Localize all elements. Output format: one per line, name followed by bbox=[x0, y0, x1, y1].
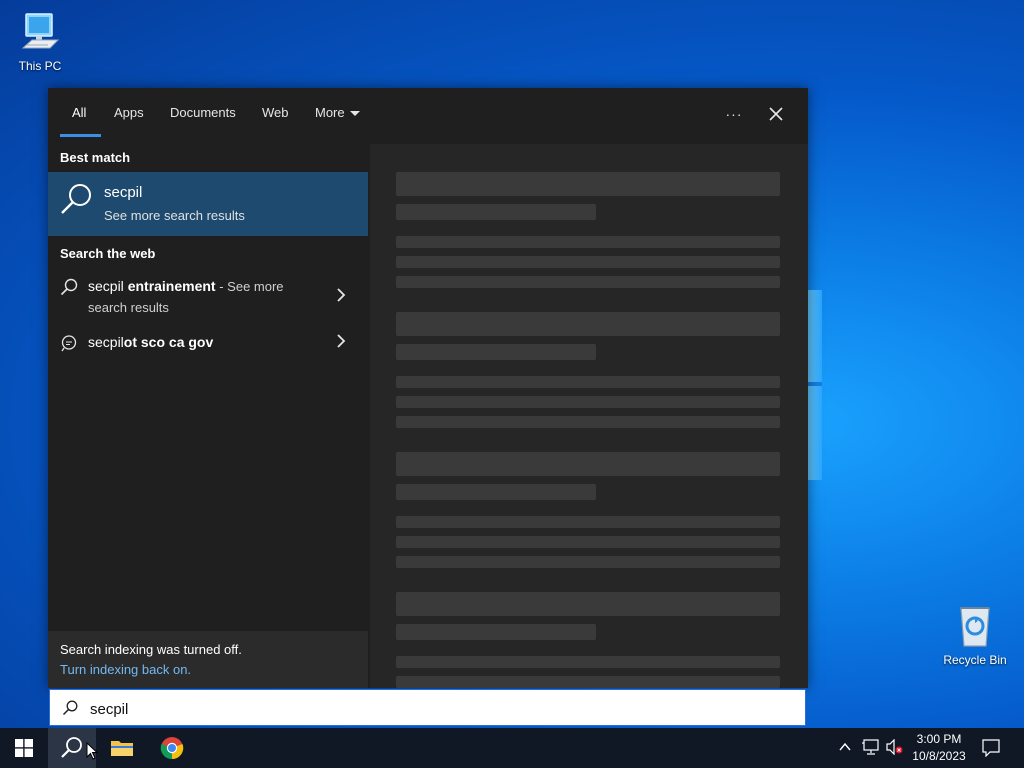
loading-placeholder bbox=[396, 556, 780, 568]
search-icon bbox=[61, 184, 91, 214]
search-icon bbox=[61, 737, 82, 758]
tab-apps[interactable]: Apps bbox=[114, 105, 144, 120]
chat-bubble-icon bbox=[61, 335, 77, 352]
chevron-up-icon bbox=[839, 742, 851, 751]
indexing-notice-text: Search indexing was turned off. bbox=[60, 642, 242, 657]
loading-placeholder bbox=[396, 624, 596, 640]
web-suggestion-text: secpil entrainement - See more search res… bbox=[88, 276, 328, 318]
loading-placeholder bbox=[396, 484, 596, 500]
recycle-bin-icon bbox=[960, 607, 990, 647]
clock-date: 10/8/2023 bbox=[912, 749, 966, 763]
tab-more-label: More bbox=[315, 105, 345, 120]
desktop-icon-label: Recycle Bin bbox=[943, 653, 1007, 667]
loading-placeholder bbox=[396, 236, 780, 248]
desktop-icon-label: This PC bbox=[18, 59, 62, 73]
indexing-notice: Search indexing was turned off. Turn ind… bbox=[48, 631, 368, 688]
taskbar-search-box[interactable] bbox=[49, 689, 806, 726]
suggestion-line2: search results bbox=[88, 300, 169, 315]
desktop-icon-recycle-bin[interactable]: Recycle Bin bbox=[935, 602, 1015, 667]
best-match-title: secpil bbox=[104, 184, 143, 201]
suggestion-bold: entrainement bbox=[127, 278, 216, 294]
tab-documents[interactable]: Documents bbox=[170, 105, 236, 120]
loading-placeholder bbox=[396, 396, 780, 408]
loading-placeholder bbox=[396, 656, 780, 668]
desktop-wallpaper-logo bbox=[808, 290, 822, 480]
chrome-icon bbox=[160, 737, 184, 760]
search-web-heading: Search the web bbox=[60, 246, 156, 261]
taskbar: 3:00 PM 10/8/2023 bbox=[0, 728, 1024, 768]
search-icon bbox=[60, 278, 78, 296]
search-icon bbox=[62, 700, 78, 716]
loading-placeholder bbox=[396, 344, 596, 360]
loading-placeholder bbox=[396, 516, 780, 528]
search-tabs: All Apps Documents Web More ··· bbox=[48, 88, 808, 144]
loading-placeholder bbox=[396, 276, 780, 288]
loading-placeholder bbox=[396, 676, 780, 688]
close-icon bbox=[769, 107, 783, 121]
tab-more[interactable]: More bbox=[315, 105, 360, 120]
best-match-heading: Best match bbox=[60, 150, 131, 165]
file-explorer-button[interactable] bbox=[98, 728, 146, 768]
close-button[interactable] bbox=[762, 100, 790, 128]
loading-placeholder bbox=[396, 376, 780, 388]
suggestion-bold: ot sco ca gov bbox=[123, 334, 214, 350]
suggestion-prefix: secpil bbox=[88, 278, 128, 294]
volume-muted-icon bbox=[886, 738, 903, 756]
chrome-button[interactable] bbox=[148, 728, 196, 768]
show-hidden-icons-button[interactable] bbox=[838, 740, 852, 759]
action-center-button[interactable] bbox=[982, 739, 1000, 762]
clock[interactable]: 3:00 PM 10/8/2023 bbox=[906, 732, 972, 763]
clock-time: 3:00 PM bbox=[916, 732, 962, 746]
chevron-right-icon[interactable] bbox=[336, 334, 346, 353]
loading-placeholder bbox=[396, 536, 780, 548]
best-match-subtitle: See more search results bbox=[104, 208, 245, 223]
loading-placeholder bbox=[396, 256, 780, 268]
active-tab-indicator bbox=[60, 134, 101, 137]
computer-icon bbox=[21, 13, 60, 49]
notification-icon bbox=[982, 739, 1000, 758]
web-suggestion-text: secpilot sco ca gov bbox=[88, 332, 328, 353]
start-search-panel: All Apps Documents Web More ··· Best mat… bbox=[48, 88, 808, 688]
web-suggestion-item[interactable]: secpil entrainement - See more search res… bbox=[48, 276, 368, 320]
mouse-cursor-icon bbox=[86, 742, 98, 760]
more-options-button[interactable]: ··· bbox=[720, 100, 748, 128]
network-icon bbox=[862, 739, 879, 755]
suggestion-suffix: - See more bbox=[215, 279, 284, 294]
start-button[interactable] bbox=[0, 728, 48, 768]
loading-placeholder bbox=[396, 452, 780, 476]
loading-placeholder bbox=[396, 312, 780, 336]
volume-button[interactable] bbox=[886, 738, 904, 760]
folder-icon bbox=[111, 741, 133, 756]
turn-indexing-on-link[interactable]: Turn indexing back on. bbox=[60, 662, 191, 677]
results-list: Best match secpil See more search result… bbox=[48, 144, 368, 688]
tab-web[interactable]: Web bbox=[262, 105, 289, 120]
chevron-right-icon[interactable] bbox=[336, 288, 346, 307]
search-input[interactable] bbox=[88, 696, 772, 722]
tab-all[interactable]: All bbox=[72, 105, 86, 120]
network-button[interactable] bbox=[862, 739, 880, 760]
preview-pane-loading bbox=[370, 144, 808, 688]
loading-placeholder bbox=[396, 172, 780, 196]
windows-logo-icon bbox=[15, 739, 33, 757]
best-match-item[interactable]: secpil See more search results bbox=[48, 172, 368, 236]
loading-placeholder bbox=[396, 204, 596, 220]
loading-placeholder bbox=[396, 592, 780, 616]
loading-placeholder bbox=[396, 416, 780, 428]
web-suggestion-item[interactable]: secpilot sco ca gov bbox=[48, 332, 368, 356]
desktop-icon-this-pc[interactable]: This PC bbox=[0, 10, 80, 73]
suggestion-prefix: secpil bbox=[88, 334, 124, 350]
caret-down-icon bbox=[349, 111, 360, 117]
